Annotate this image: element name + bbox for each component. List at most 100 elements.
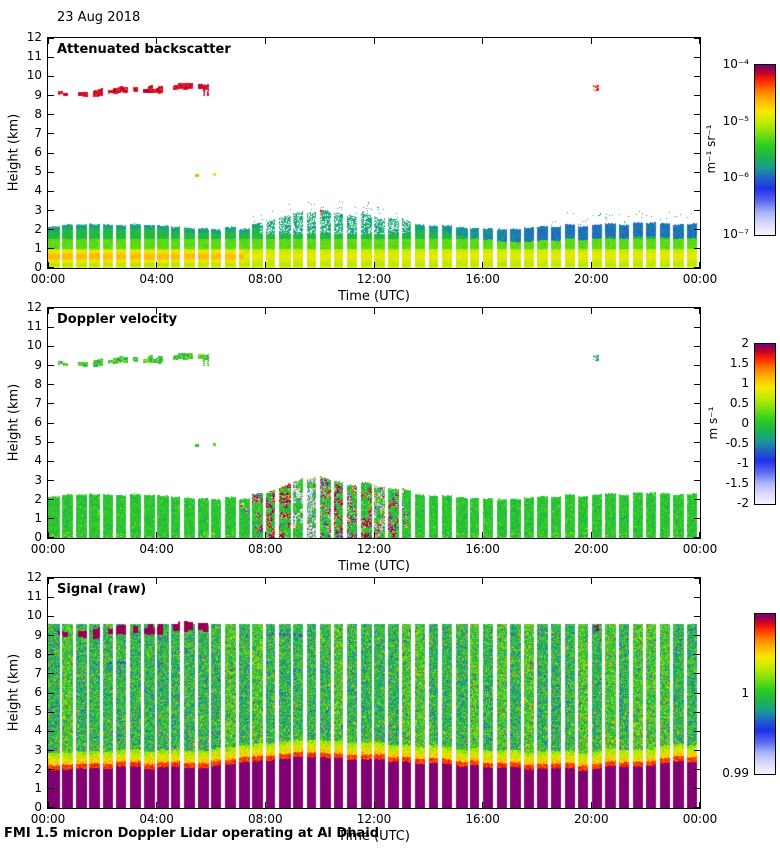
y-tick-mark-right <box>694 403 700 405</box>
y-tick-mark-left <box>48 788 54 790</box>
y-tick-mark-left <box>48 248 54 250</box>
y-tick-label: 11 <box>26 49 42 64</box>
y-tick-label: 5 <box>34 434 42 449</box>
y-tick-mark-left <box>48 95 54 96</box>
y-tick-mark-left <box>48 365 54 366</box>
x-tick-mark-bottom <box>48 532 49 538</box>
x-tick-label: 16:00 <box>465 272 500 286</box>
y-tick-mark-right <box>694 460 700 462</box>
x-tick-mark-top <box>482 578 484 584</box>
y-tick-mark-right <box>694 365 700 366</box>
y-tick-mark-left <box>48 190 54 192</box>
y-tick-mark-right <box>694 711 700 713</box>
x-tick-label: 08:00 <box>248 542 283 556</box>
x-tick-mark-top <box>699 578 700 584</box>
x-tick-mark-top <box>48 578 49 584</box>
y-tick-mark-right <box>694 152 700 154</box>
x-tick-mark-bottom <box>590 532 592 538</box>
x-tick-mark-top <box>373 578 375 584</box>
x-tick-label: 00:00 <box>30 542 66 556</box>
y-tick-mark-right <box>694 75 700 77</box>
y-tick-mark-left <box>48 229 54 231</box>
x-tick-mark-bottom <box>482 532 484 538</box>
y-tick-mark-right <box>694 615 700 617</box>
y-tick-mark-left <box>48 750 54 751</box>
x-tick-mark-bottom <box>482 802 484 808</box>
y-tick-label: 5 <box>34 704 42 719</box>
y-tick-mark-left <box>48 635 54 636</box>
y-tick-label: 8 <box>34 376 42 391</box>
velocity-heatmap <box>48 308 700 538</box>
x-tick-label: 00:00 <box>682 272 718 286</box>
y-tick-mark-left <box>48 596 54 598</box>
colorbar-tick-label: 1 <box>741 376 749 390</box>
y-tick-mark-left <box>48 326 54 328</box>
x-tick-label: 00:00 <box>682 812 718 826</box>
colorbar-backscatter-gradient <box>755 65 775 235</box>
x-tick-mark-top <box>590 578 592 584</box>
y-tick-label: 6 <box>34 145 42 159</box>
x-tick-mark-bottom <box>482 262 484 268</box>
x-tick-mark-bottom <box>699 262 700 268</box>
x-tick-mark-top <box>48 308 49 314</box>
colorbar-tick-label: -0.5 <box>725 436 749 450</box>
y-tick-mark-left <box>48 422 54 424</box>
date-label: 23 Aug 2018 <box>57 10 141 25</box>
x-tick-mark-bottom <box>264 262 266 268</box>
y-tick-mark-right <box>694 56 700 58</box>
x-tick-mark-bottom <box>373 802 375 808</box>
y-tick-mark-right <box>694 730 700 732</box>
y-tick-label: 1 <box>34 510 42 525</box>
velocity-panel-title: Doppler velocity <box>57 312 178 327</box>
x-tick-mark-top <box>264 578 266 584</box>
y-tick-label: 11 <box>26 319 42 334</box>
x-tick-label: 12:00 <box>356 812 392 826</box>
y-tick-mark-left <box>48 56 54 58</box>
colorbar-backscatter <box>754 64 776 236</box>
y-tick-mark-left <box>48 673 54 675</box>
y-tick-mark-right <box>694 635 700 636</box>
x-tick-mark-top <box>373 308 375 314</box>
x-tick-label: 16:00 <box>465 542 500 556</box>
y-tick-label: 3 <box>34 742 42 757</box>
y-tick-mark-right <box>694 422 700 424</box>
y-tick-mark-left <box>48 133 54 135</box>
y-tick-mark-right <box>694 654 700 656</box>
colorbar-tick-label: 0.99 <box>722 766 749 780</box>
x-tick-label: 00:00 <box>30 812 66 826</box>
x-tick-label: 12:00 <box>356 542 392 556</box>
x-tick-label: 00:00 <box>30 272 66 286</box>
y-tick-mark-right <box>694 769 700 771</box>
y-tick-mark-left <box>48 730 54 732</box>
colorbar-velocity-gradient <box>755 344 775 504</box>
y-tick-label: 3 <box>34 202 42 217</box>
y-tick-mark-right <box>694 229 700 231</box>
y-tick-mark-right <box>694 171 700 173</box>
x-axis-title-velocity: Time (UTC) <box>338 559 410 574</box>
colorbar-signal-gradient <box>755 614 775 774</box>
x-tick-mark-bottom <box>264 532 266 538</box>
y-tick-label: 2 <box>34 221 42 236</box>
x-tick-mark-top <box>590 308 592 314</box>
x-tick-label: 08:00 <box>248 812 283 826</box>
x-tick-mark-top <box>590 38 592 44</box>
colorbar-velocity <box>754 343 776 505</box>
y-tick-label: 5 <box>34 164 42 179</box>
footer-caption: FMI 1.5 micron Doppler Lidar operating a… <box>4 826 379 841</box>
y-tick-label: 1 <box>34 240 42 255</box>
x-tick-mark-bottom <box>156 262 158 268</box>
y-tick-label: 10 <box>26 608 42 623</box>
y-tick-label: 12 <box>26 300 42 314</box>
y-tick-label: 7 <box>34 665 42 680</box>
y-tick-mark-right <box>694 190 700 192</box>
x-tick-mark-bottom <box>156 532 158 538</box>
colorbar-tick-label: -1.5 <box>725 476 749 490</box>
y-tick-mark-left <box>48 441 54 443</box>
x-tick-mark-top <box>482 308 484 314</box>
lidar-quicklook-figure: 23 Aug 2018 Attenuated backscatter Heigh… <box>0 0 780 850</box>
x-tick-mark-top <box>373 38 375 44</box>
y-tick-mark-right <box>694 345 700 347</box>
x-tick-label: 20:00 <box>574 812 609 826</box>
y-tick-mark-right <box>694 750 700 751</box>
x-tick-label: 08:00 <box>248 272 283 286</box>
